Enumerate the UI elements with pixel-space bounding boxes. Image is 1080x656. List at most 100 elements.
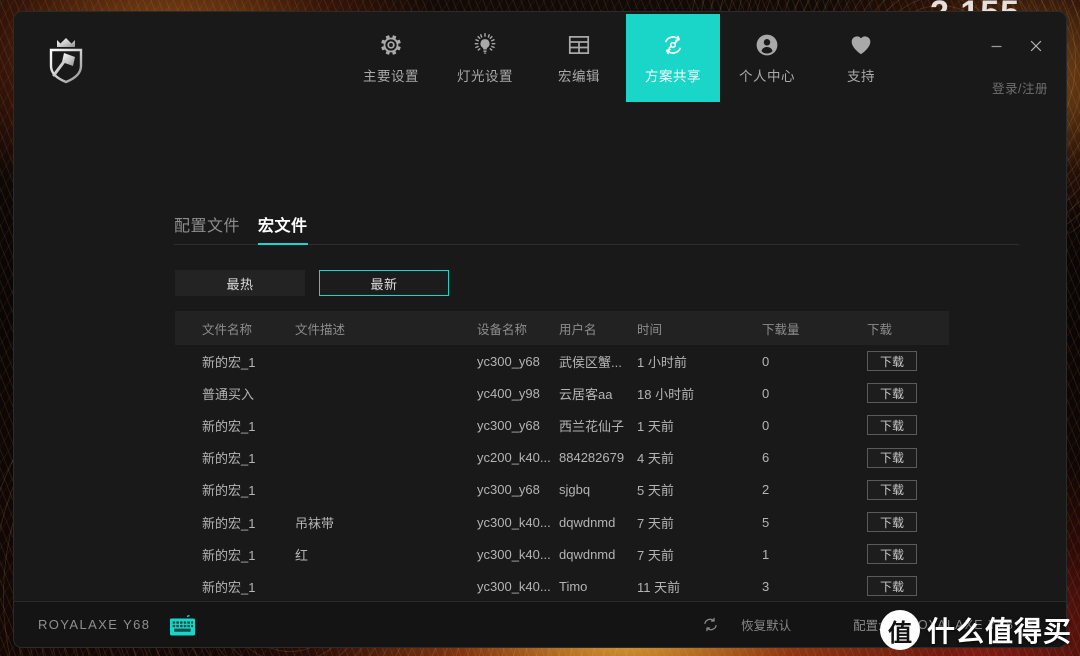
gear-icon [378, 32, 404, 58]
column-header-filename: 文件名称 [202, 322, 253, 337]
app-window: 主要设置 灯光设置 宏编辑 方案共享 个人中心 支持 登录/注册 配置文件 宏文… [13, 11, 1067, 648]
table-grid-icon [566, 32, 592, 58]
column-header-download: 下载 [867, 322, 893, 337]
cell-time: 5 天前 [637, 483, 674, 499]
config-label: 配置: [853, 619, 882, 633]
cell-download-action: 下载 [867, 512, 949, 533]
cell-download-action: 下载 [867, 447, 949, 468]
nav-item-light-settings[interactable]: 灯光设置 [438, 14, 532, 102]
cell-download-action: 下载 [867, 383, 949, 404]
watermark-text: 什么值得买 [926, 615, 1072, 648]
cell-device: yc300_y68 [477, 353, 540, 369]
minimize-icon[interactable] [984, 34, 1008, 58]
cell-downloadcount: 0 [762, 385, 770, 401]
royalaxe-shield-crown-logo-icon [40, 34, 92, 86]
download-button[interactable]: 下载 [867, 479, 917, 500]
column-header-downloadcount: 下载量 [762, 322, 800, 337]
cell-filename: 新的宏_1 [202, 579, 256, 595]
cell-time: 7 天前 [637, 547, 674, 563]
table-row: 普通买入 yc400_y98 云居客aa 18 小时前 0 下载 [175, 377, 949, 409]
download-button[interactable]: 下载 [867, 544, 917, 565]
nav-item-macro-editor[interactable]: 宏编辑 [532, 14, 626, 102]
table-row: 新的宏_1 yc300_y68 武侯区蟹... 1 小时前 0 下载 [175, 345, 949, 377]
cell-download-action: 下载 [867, 351, 949, 372]
nav-item-light-settings-label: 灯光设置 [457, 68, 513, 84]
download-button[interactable]: 下载 [867, 512, 917, 533]
refresh-icon[interactable] [702, 616, 719, 633]
cell-device: yc200_k40... [477, 450, 551, 466]
cell-username: sjgbq [559, 482, 591, 498]
nav-item-support[interactable]: 支持 [814, 14, 908, 102]
sub-tab-bar: 配置文件 宏文件 [174, 207, 1019, 245]
window-controls [984, 34, 1048, 58]
cell-time: 7 天前 [637, 515, 674, 531]
cell-filename: 新的宏_1 [202, 451, 256, 467]
cell-username: 西兰花仙子 [559, 418, 625, 434]
cell-filename: 新的宏_1 [202, 418, 256, 434]
share-sync-icon [660, 32, 686, 58]
keyboard-icon[interactable] [168, 614, 196, 635]
cell-device: yc300_y68 [477, 482, 540, 498]
download-button[interactable]: 下载 [867, 447, 917, 468]
cell-username: Timo [559, 578, 588, 594]
cell-device: yc300_k40... [477, 514, 551, 530]
lightbulb-icon [472, 32, 498, 58]
titlebar: 主要设置 灯光设置 宏编辑 方案共享 个人中心 支持 登录/注册 [14, 12, 1066, 102]
column-header-username: 用户名 [559, 322, 597, 337]
table-row: 新的宏_1 yc300_y68 sjgbq 5 天前 2 下载 [175, 474, 949, 506]
main-navigation: 主要设置 灯光设置 宏编辑 方案共享 个人中心 支持 [344, 14, 908, 102]
filter-hottest-button[interactable]: 最热 [175, 270, 305, 296]
cell-downloadcount: 6 [762, 450, 770, 466]
tab-macro-files[interactable]: 宏文件 [258, 212, 308, 245]
table-row: 新的宏_1 红 yc300_k40... dqwdnmd 7 天前 1 下载 [175, 538, 949, 570]
cell-downloadcount: 3 [762, 578, 770, 594]
close-icon[interactable] [1024, 34, 1048, 58]
cell-username: dqwdnmd [559, 546, 616, 562]
cell-downloadcount: 0 [762, 353, 770, 369]
login-register-link[interactable]: 登录/注册 [992, 78, 1048, 97]
table-header-row: 文件名称 文件描述 设备名称 用户名 时间 下载量 下载 [175, 311, 949, 345]
cell-filename: 新的宏_1 [202, 547, 256, 563]
nav-item-main-settings-label: 主要设置 [363, 68, 419, 84]
download-button[interactable]: 下载 [867, 415, 917, 436]
table-row: 新的宏_1 吊袜带 yc300_k40... dqwdnmd 7 天前 5 下载 [175, 506, 949, 538]
cell-downloadcount: 1 [762, 546, 770, 562]
cell-filename: 新的宏_1 [202, 354, 256, 370]
cell-filedesc: 吊袜带 [295, 515, 335, 531]
cell-filename: 新的宏_1 [202, 515, 256, 531]
filter-button-group: 最热 最新 [175, 270, 449, 296]
cell-time: 1 天前 [637, 418, 674, 434]
column-header-time: 时间 [637, 322, 663, 337]
macro-files-table: 文件名称 文件描述 设备名称 用户名 时间 下载量 下载 新的宏_1 yc300_… [175, 311, 949, 647]
content-area: 配置文件 宏文件 最热 最新 文件名称 文件描述 设备名称 用户名 时间 下载量… [14, 102, 1066, 647]
cell-username: 884282679 [559, 450, 625, 466]
nav-item-scheme-sharing[interactable]: 方案共享 [626, 14, 720, 102]
table-row: 新的宏_1 yc300_y68 西兰花仙子 1 天前 0 下载 [175, 409, 949, 441]
cell-device: yc400_y98 [477, 385, 540, 401]
table-row: 新的宏_1 yc300_k40... Timo 11 天前 3 下载 [175, 570, 949, 602]
cell-time: 11 天前 [637, 579, 681, 595]
watermark: 值 什么值得买 [879, 610, 1072, 650]
cell-time: 4 天前 [637, 451, 674, 467]
nav-item-main-settings[interactable]: 主要设置 [344, 14, 438, 102]
watermark-badge: 值 [879, 610, 920, 650]
cell-time: 1 小时前 [637, 354, 687, 370]
filter-newest-button[interactable]: 最新 [319, 270, 449, 296]
user-account-icon [754, 32, 780, 58]
cell-download-action: 下载 [867, 415, 949, 436]
restore-default-button[interactable]: 恢复默认 [741, 615, 791, 634]
cell-downloadcount: 2 [762, 482, 770, 498]
cell-filename: 新的宏_1 [202, 483, 256, 499]
download-button[interactable]: 下载 [867, 351, 917, 372]
column-header-device: 设备名称 [477, 322, 528, 337]
cell-username: 云居客aa [559, 386, 613, 402]
cell-download-action: 下载 [867, 544, 949, 565]
cell-downloadcount: 5 [762, 514, 770, 530]
tab-profile-files[interactable]: 配置文件 [174, 212, 240, 244]
cell-device: yc300_y68 [477, 417, 540, 433]
heart-icon [848, 32, 874, 58]
nav-item-user-center[interactable]: 个人中心 [720, 14, 814, 102]
download-button[interactable]: 下载 [867, 576, 917, 597]
cell-filedesc: 红 [295, 547, 309, 563]
download-button[interactable]: 下载 [867, 383, 917, 404]
